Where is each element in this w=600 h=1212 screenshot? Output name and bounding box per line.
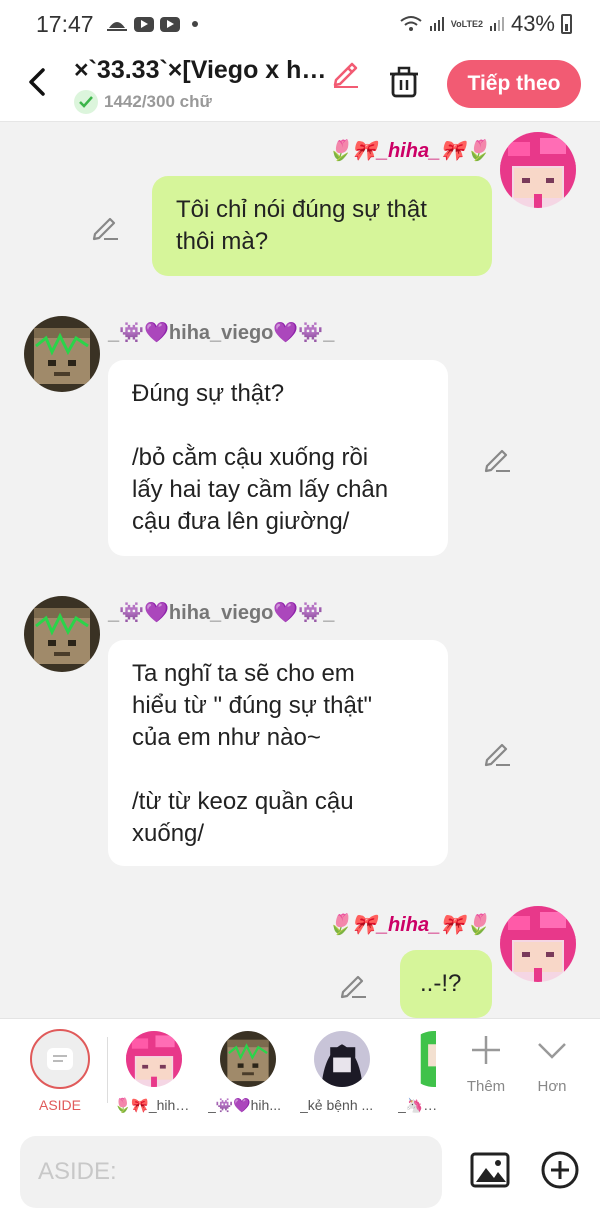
aside-button[interactable] <box>30 1029 90 1089</box>
editor-header: ×`33.33`×[Viego x h… 1442/300 chữ Tiếp t… <box>0 48 600 122</box>
add-character-button[interactable]: Thêm <box>456 1033 516 1095</box>
delete-button[interactable] <box>386 64 422 100</box>
character-label: _👾💜hih... <box>208 1097 282 1113</box>
message-text: Đúng sự thật? /bỏ cằm cậu xuống rồi lấy … <box>132 380 389 535</box>
plus-icon <box>472 1036 500 1064</box>
character-unicorn[interactable] <box>406 1031 436 1087</box>
chevron-left-icon <box>29 68 45 96</box>
notification-icons <box>106 16 198 32</box>
trash-icon <box>390 66 418 98</box>
check-icon <box>74 90 98 114</box>
story-title: ×`33.33`×[Viego x h… <box>74 56 327 84</box>
message-bubble[interactable]: Đúng sự thật? /bỏ cằm cậu xuống rồi lấy … <box>108 360 448 556</box>
network-type: VoLTE2 <box>450 18 483 29</box>
youtube-icon <box>159 16 180 32</box>
word-count-label: 1442/300 chữ <box>104 92 212 111</box>
status-time: 17:47 <box>36 10 94 37</box>
add-character-label: Thêm <box>466 1078 506 1095</box>
character-label: _🦄🌼 <box>398 1097 438 1113</box>
more-characters-button[interactable]: Hơn <box>522 1033 582 1095</box>
signal-icon <box>429 17 444 31</box>
pencil-icon <box>484 743 510 767</box>
battery-icon <box>561 14 572 34</box>
edit-message-button[interactable] <box>90 212 120 242</box>
avatar[interactable] <box>24 316 100 392</box>
chevron-down-icon <box>538 1043 566 1059</box>
edit-message-button[interactable] <box>482 444 512 474</box>
avatar[interactable] <box>500 906 576 982</box>
message-text: ..-!? <box>420 970 462 997</box>
more-notifications-icon <box>191 21 198 27</box>
more-characters-label: Hơn <box>537 1078 567 1095</box>
plus-circle-icon <box>541 1151 579 1189</box>
aside-input[interactable] <box>20 1136 442 1208</box>
character-ke-benh[interactable] <box>314 1031 370 1087</box>
battery-percent: 43% <box>510 11 555 36</box>
divider <box>107 1037 108 1103</box>
insert-image-button[interactable] <box>468 1148 512 1192</box>
pencil-icon <box>92 217 118 241</box>
character-bar: ASIDE 🌷🎀_hiha... _👾💜hih... _kẻ bệnh ... … <box>0 1018 600 1126</box>
character-label: _kẻ bệnh ... <box>300 1097 374 1113</box>
back-button[interactable] <box>22 62 52 102</box>
signal-icon <box>489 17 504 31</box>
message-text: Ta nghĩ ta sẽ cho em hiểu từ " đúng sự t… <box>132 660 372 847</box>
status-bar: 17:47 VoLTE2 43% <box>0 0 600 48</box>
pencil-icon <box>340 975 366 999</box>
message-author: _👾💜hiha_viego💜👾_ <box>108 602 335 624</box>
edit-title-button[interactable] <box>330 56 362 88</box>
system-icons: VoLTE2 43% <box>399 11 572 37</box>
avatar[interactable] <box>500 132 576 208</box>
aside-icon <box>47 1048 73 1070</box>
message-bubble[interactable]: ..-!? <box>400 950 492 1018</box>
wifi-icon <box>400 16 422 31</box>
avatar[interactable] <box>24 596 100 672</box>
message-text: Tôi chỉ nói đúng sự thật thôi mà? <box>176 196 427 255</box>
aside-label: ASIDE <box>38 1097 81 1113</box>
character-hiha[interactable] <box>126 1031 182 1087</box>
character-hiha-viego[interactable] <box>220 1031 276 1087</box>
message-bubble[interactable]: Tôi chỉ nói đúng sự thật thôi mà? <box>152 176 492 276</box>
character-label: 🌷🎀_hiha... <box>114 1097 194 1113</box>
message-author: 🌷🎀_hiha_🎀🌷 <box>327 140 490 162</box>
pencil-icon <box>484 449 510 473</box>
word-count: 1442/300 chữ <box>74 90 212 114</box>
input-bar <box>0 1126 600 1212</box>
message-author: _👾💜hiha_viego💜👾_ <box>108 322 335 344</box>
next-button[interactable]: Tiếp theo <box>447 60 581 108</box>
message-author: 🌷🎀_hiha_🎀🌷 <box>327 914 490 936</box>
image-icon <box>470 1152 510 1188</box>
youtube-icon <box>133 16 154 32</box>
weather-icon <box>106 22 127 31</box>
edit-message-button[interactable] <box>338 970 368 1000</box>
add-button[interactable] <box>540 1150 580 1190</box>
message-bubble[interactable]: Ta nghĩ ta sẽ cho em hiểu từ " đúng sự t… <box>108 640 448 866</box>
pencil-icon <box>333 62 358 88</box>
edit-message-button[interactable] <box>482 738 512 768</box>
